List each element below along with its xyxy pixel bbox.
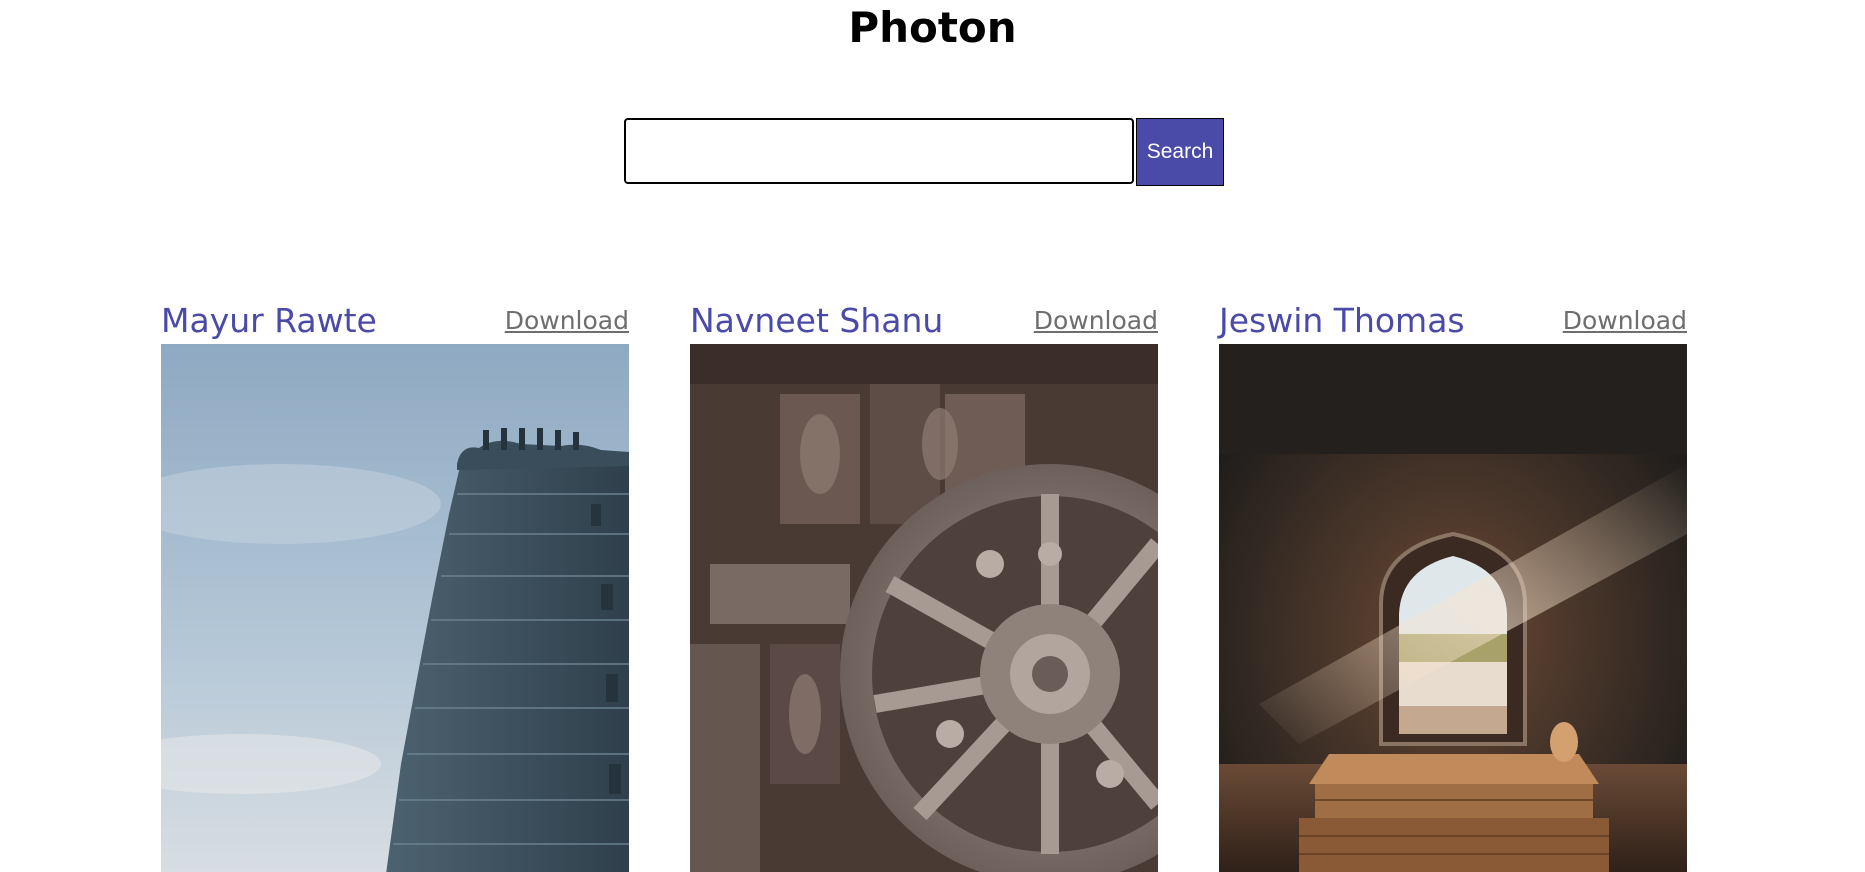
author-name[interactable]: Navneet Shanu (690, 300, 943, 342)
download-link[interactable]: Download (1563, 300, 1687, 342)
temple-gopuram-photo[interactable] (161, 344, 629, 872)
photon-page: Photon Search Mayur Rawte Download Navne… (0, 0, 1865, 872)
author-name[interactable]: Jeswin Thomas (1219, 300, 1465, 342)
download-link[interactable]: Download (505, 300, 629, 342)
photo-card: Navneet Shanu Download (690, 296, 1158, 872)
search-form: Search (624, 118, 1224, 186)
photo-card: Mayur Rawte Download (161, 296, 629, 872)
photo-card-header: Mayur Rawte Download (161, 296, 629, 342)
photo-gallery: Mayur Rawte Download Navneet Shanu Downl… (161, 296, 1687, 872)
stone-chariot-wheel-photo[interactable] (690, 344, 1158, 872)
photo-card-header: Navneet Shanu Download (690, 296, 1158, 342)
search-input[interactable] (624, 118, 1134, 184)
author-name[interactable]: Mayur Rawte (161, 300, 377, 342)
download-link[interactable]: Download (1034, 300, 1158, 342)
photo-card: Jeswin Thomas Download (1219, 296, 1687, 872)
photo-card-header: Jeswin Thomas Download (1219, 296, 1687, 342)
app-title: Photon (848, 3, 1017, 52)
arched-doorway-tomb-photo[interactable] (1219, 344, 1687, 872)
search-button[interactable]: Search (1136, 118, 1224, 186)
